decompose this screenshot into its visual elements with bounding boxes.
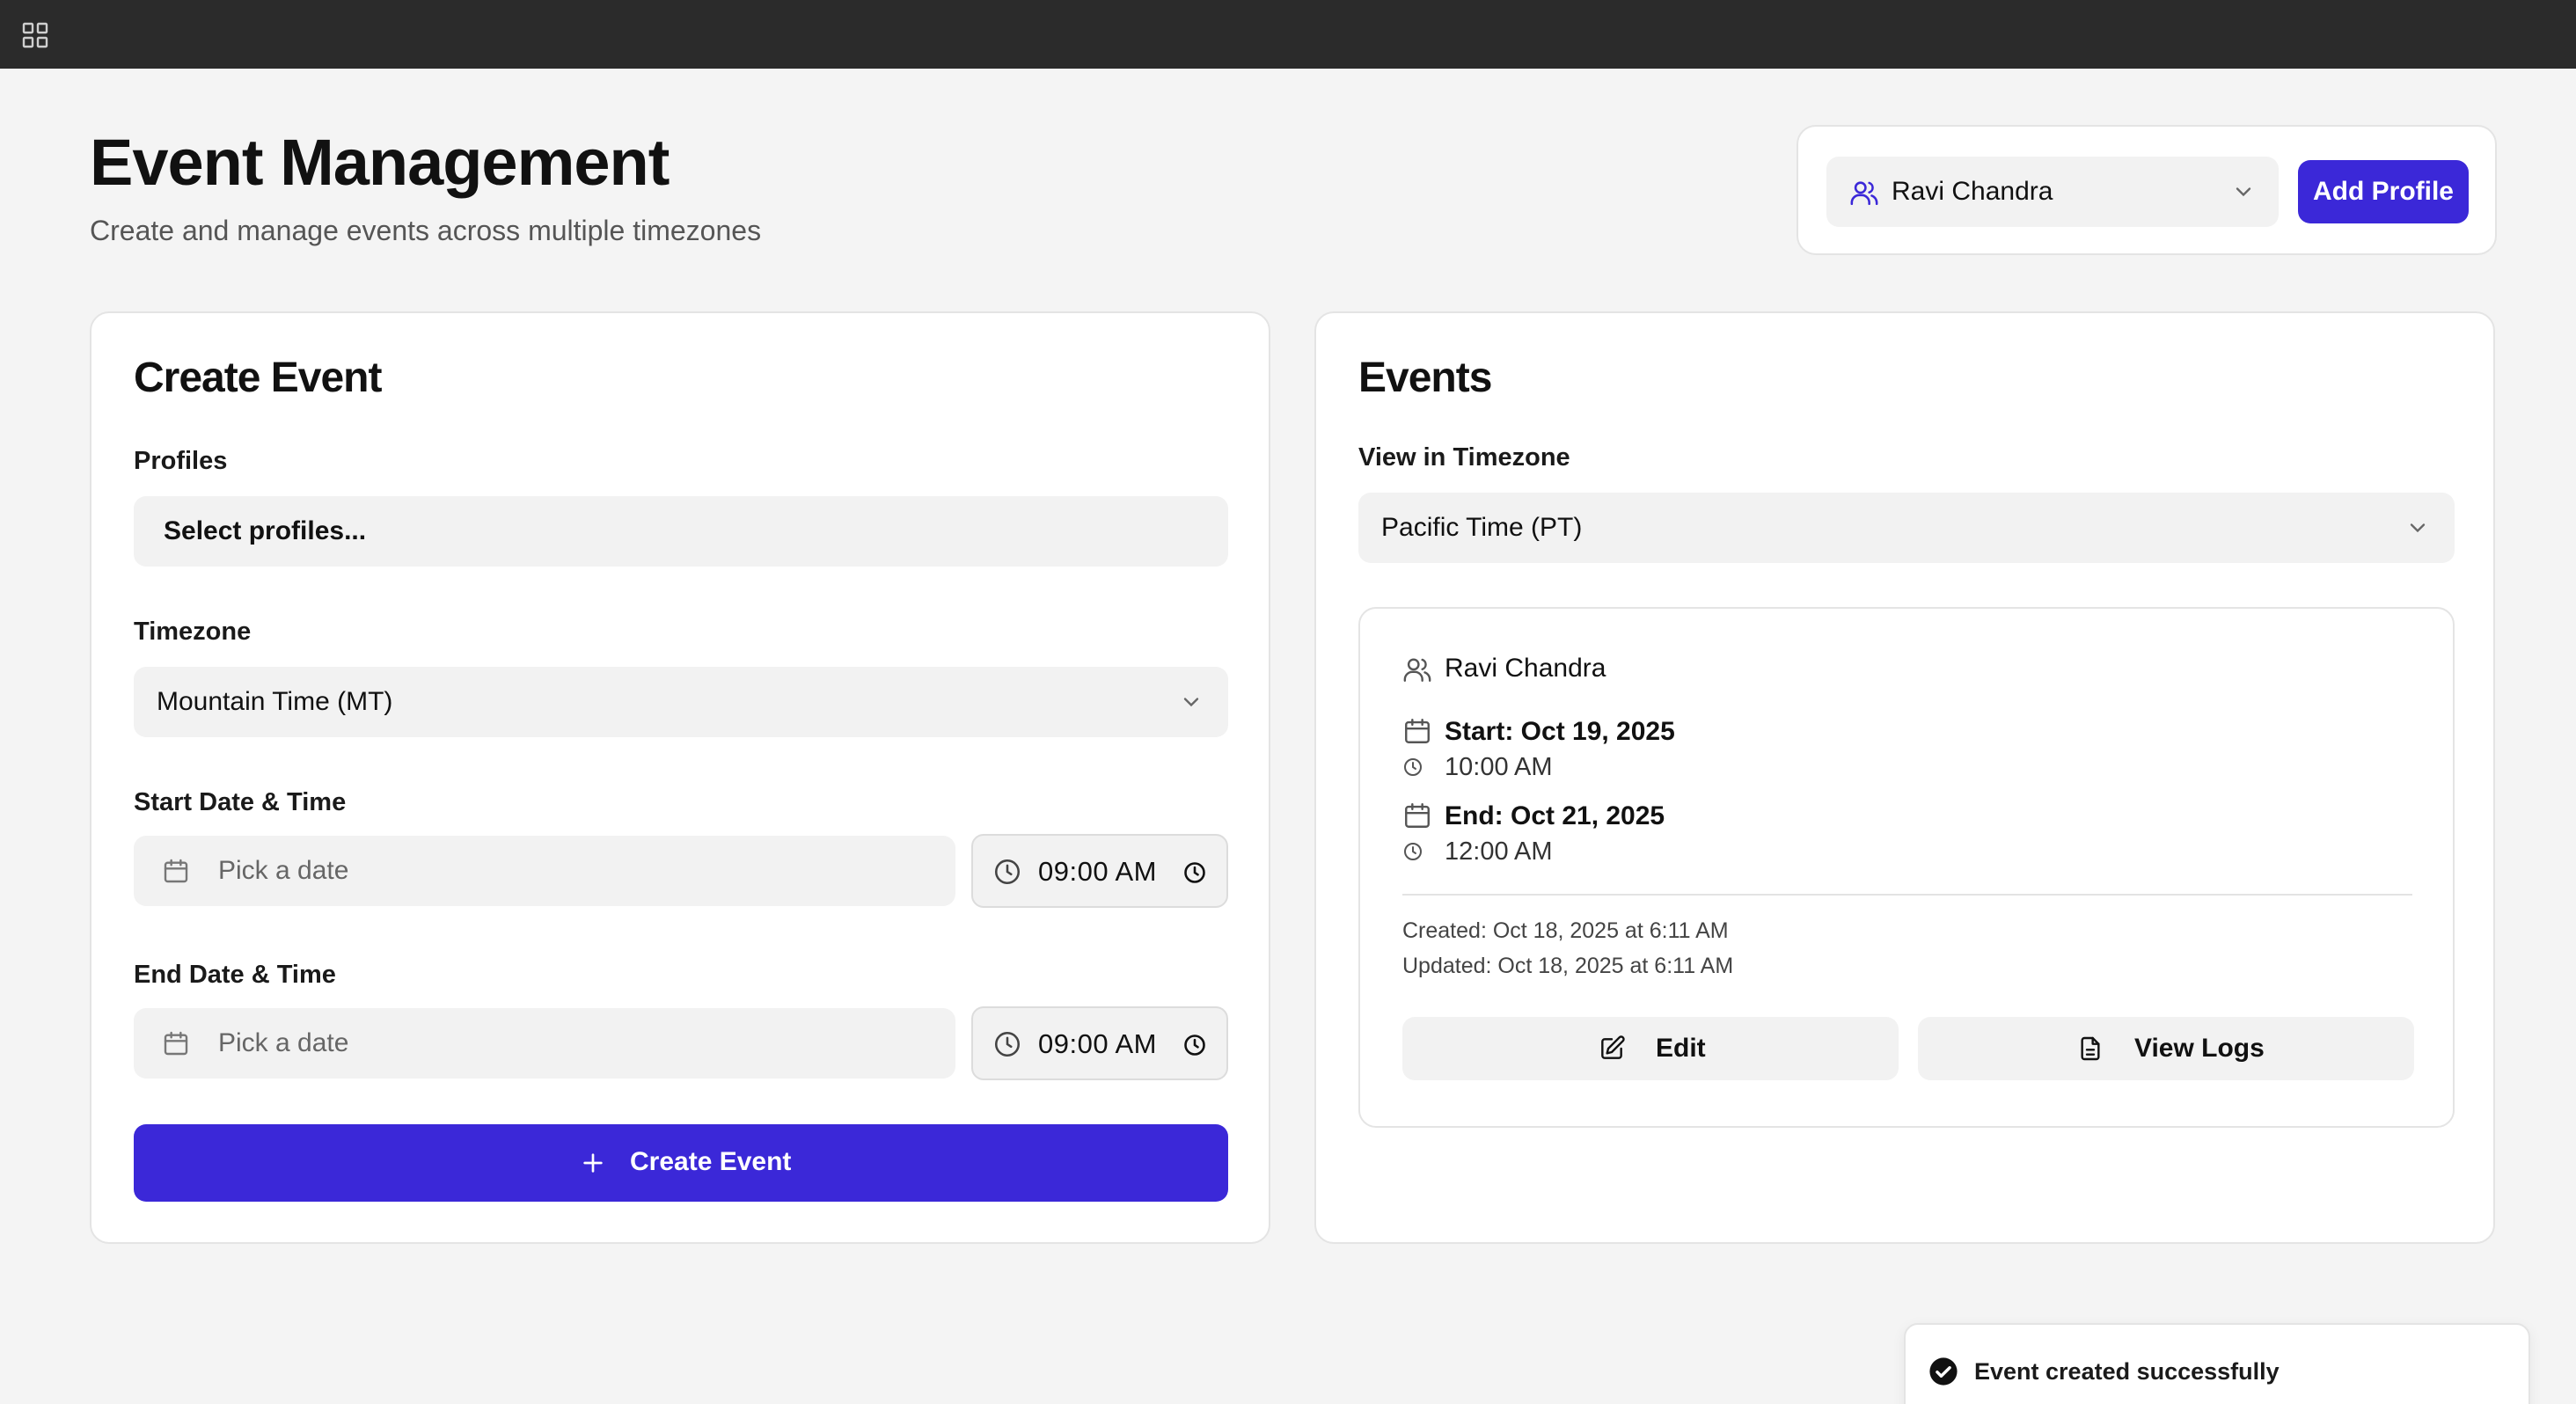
toast-message: Event created successfully xyxy=(1974,1358,2280,1385)
event-updated: Updated: Oct 18, 2025 at 6:11 AM xyxy=(1402,954,1734,978)
chevron-down-icon xyxy=(2236,187,2251,197)
calendar-icon xyxy=(164,1031,188,1056)
users-icon xyxy=(1850,181,1878,206)
event-start-date: Start: Oct 19, 2025 xyxy=(1445,717,1675,746)
event-start-time-row: 10:00 AM xyxy=(1404,751,1553,783)
event-end-time: 12:00 AM xyxy=(1445,837,1553,866)
events-title: Events xyxy=(1358,355,1492,401)
document-icon xyxy=(2081,1036,2100,1061)
view-timezone-value: Pacific Time (PT) xyxy=(1381,513,1583,542)
timezone-value: Mountain Time (MT) xyxy=(157,687,393,716)
timezone-select[interactable]: Mountain Time (MT) xyxy=(134,667,1228,737)
start-time-input[interactable]: 09:00 AM xyxy=(971,834,1228,908)
divider xyxy=(1402,894,2412,896)
start-datetime-label: Start Date & Time xyxy=(134,788,347,816)
page-subtitle: Create and manage events across multiple… xyxy=(90,215,762,246)
view-timezone-label: View in Timezone xyxy=(1358,443,1570,472)
create-event-panel: Create Event Profiles Select profiles...… xyxy=(90,311,1270,1244)
clock-icon xyxy=(994,859,1021,885)
edit-icon xyxy=(1601,1035,1625,1059)
top-bar xyxy=(0,0,2576,69)
profiles-placeholder: Select profiles... xyxy=(164,516,367,545)
calendar-icon xyxy=(164,859,188,883)
success-toast: Event created successfully xyxy=(1904,1323,2530,1404)
end-time-input[interactable]: 09:00 AM xyxy=(971,1006,1228,1080)
profiles-label: Profiles xyxy=(134,447,228,475)
apps-grid-icon[interactable] xyxy=(21,21,49,49)
end-date-placeholder: Pick a date xyxy=(218,1028,349,1057)
start-date-placeholder: Pick a date xyxy=(218,856,349,885)
edit-button-label: Edit xyxy=(1656,1034,1706,1063)
start-time-value: 09:00 AM xyxy=(1038,856,1157,887)
clock-picker-icon[interactable] xyxy=(1182,1033,1207,1057)
end-time-value: 09:00 AM xyxy=(1038,1028,1157,1059)
events-panel: Events View in Timezone Pacific Time (PT… xyxy=(1314,311,2495,1244)
event-profile-name: Ravi Chandra xyxy=(1445,654,1606,683)
profiles-select[interactable]: Select profiles... xyxy=(134,496,1228,567)
event-created: Created: Oct 18, 2025 at 6:11 AM xyxy=(1402,918,1729,943)
event-end-time-row: 12:00 AM xyxy=(1404,836,1553,867)
end-datetime-label: End Date & Time xyxy=(134,961,336,989)
profile-select[interactable]: Ravi Chandra xyxy=(1826,157,2279,227)
view-timezone-select[interactable]: Pacific Time (PT) xyxy=(1358,493,2455,563)
clock-picker-icon[interactable] xyxy=(1182,860,1207,885)
end-date-picker[interactable]: Pick a date xyxy=(134,1008,955,1079)
calendar-icon xyxy=(1405,803,1430,828)
create-event-button-label: Create Event xyxy=(630,1147,792,1176)
event-card: Ravi Chandra Start: Oct 19, 2025 10:00 A… xyxy=(1358,607,2455,1128)
clock-icon xyxy=(1404,758,1422,776)
start-date-picker[interactable]: Pick a date xyxy=(134,836,955,906)
users-icon xyxy=(1403,658,1431,682)
create-event-title: Create Event xyxy=(134,355,382,401)
view-logs-button[interactable]: View Logs xyxy=(1918,1017,2414,1080)
selected-profile-label: Ravi Chandra xyxy=(1892,177,2053,206)
add-profile-button[interactable]: Add Profile xyxy=(2298,160,2469,223)
calendar-icon xyxy=(1405,719,1430,743)
edit-button[interactable]: Edit xyxy=(1402,1017,1899,1080)
event-end-date: End: Oct 21, 2025 xyxy=(1445,801,1665,830)
profile-switcher-card: Ravi Chandra Add Profile xyxy=(1797,125,2497,255)
clock-icon xyxy=(994,1031,1021,1057)
check-circle-icon xyxy=(1929,1357,1958,1386)
page-title: Event Management xyxy=(90,126,670,199)
timezone-label: Timezone xyxy=(134,618,252,646)
create-event-button[interactable]: Create Event xyxy=(134,1124,1228,1202)
plus-icon xyxy=(583,1153,603,1173)
view-logs-button-label: View Logs xyxy=(2134,1034,2265,1063)
event-start-time: 10:00 AM xyxy=(1445,753,1553,781)
clock-icon xyxy=(1404,843,1422,860)
chevron-down-icon xyxy=(1183,698,1199,707)
chevron-down-icon xyxy=(2410,523,2426,533)
